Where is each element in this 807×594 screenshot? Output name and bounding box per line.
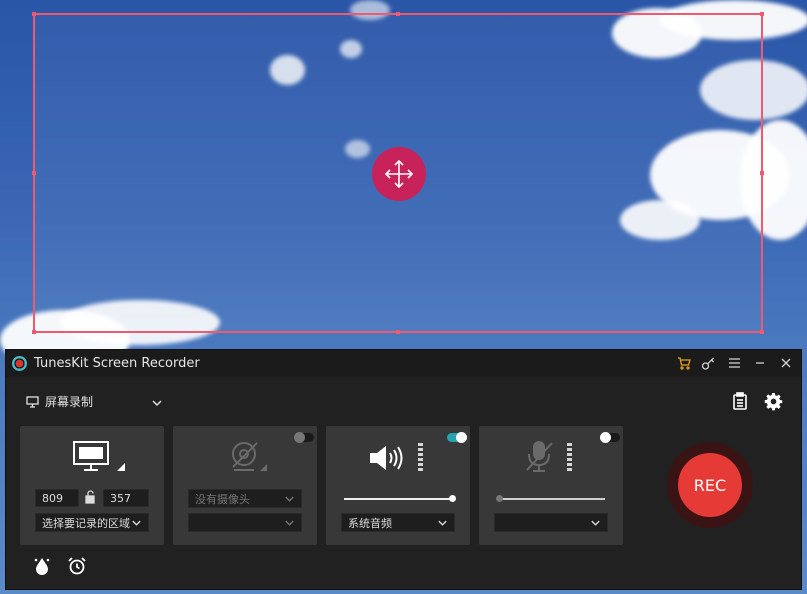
- corner-triangle-icon: [259, 463, 268, 472]
- cursor-effect-icon[interactable]: [31, 555, 53, 577]
- move-arrows-icon: [384, 159, 414, 189]
- resize-handle-bottom-right[interactable]: [760, 330, 764, 334]
- menu-icon[interactable]: [726, 355, 742, 371]
- microphone-toggle[interactable]: [600, 432, 620, 443]
- chevron-down-icon: [285, 520, 294, 526]
- camera-select-value: 没有摄像头: [195, 492, 250, 506]
- region-select[interactable]: 选择要记录的区域: [35, 513, 149, 532]
- camera-select[interactable]: 没有摄像头: [188, 489, 302, 508]
- microphone-level-meter: [567, 443, 572, 471]
- resize-handle-top[interactable]: [396, 12, 400, 16]
- resize-handle-right[interactable]: [760, 171, 764, 175]
- height-input[interactable]: 357: [103, 489, 149, 507]
- cart-icon[interactable]: [676, 355, 692, 371]
- camera-format-select[interactable]: [188, 513, 302, 532]
- resize-handle-top-right[interactable]: [760, 12, 764, 16]
- chevron-down-icon: [591, 520, 600, 526]
- corner-triangle-icon: [117, 463, 125, 471]
- window-title: TunesKit Screen Recorder: [34, 356, 200, 371]
- width-input[interactable]: 809: [35, 489, 79, 507]
- rec-button-ring: REC: [667, 442, 753, 528]
- resize-handle-top-left[interactable]: [32, 12, 36, 16]
- mic-off-icon: [525, 440, 555, 478]
- system-audio-source-select[interactable]: 系统音频: [341, 513, 455, 532]
- resize-handle-left[interactable]: [32, 171, 36, 175]
- camera-toggle[interactable]: [294, 432, 314, 443]
- app-logo-icon: [12, 356, 27, 371]
- microphone-volume-thumb[interactable]: [495, 495, 503, 502]
- system-audio-volume-slider[interactable]: [344, 498, 452, 500]
- chevron-down-icon: [285, 496, 294, 502]
- alarm-clock-icon[interactable]: [66, 555, 88, 577]
- microphone-source-select[interactable]: [494, 513, 608, 532]
- screen-capture-monitor-icon[interactable]: [72, 440, 112, 476]
- camera-off-icon: [229, 440, 263, 478]
- unlock-ratio-icon[interactable]: [84, 489, 96, 508]
- chevron-down-icon[interactable]: [151, 393, 163, 412]
- chevron-down-icon: [132, 520, 141, 526]
- close-icon[interactable]: [778, 355, 794, 371]
- microphone-volume-slider[interactable]: [497, 498, 605, 500]
- camera-panel: 没有摄像头: [173, 426, 317, 545]
- system-audio-volume-thumb[interactable]: [448, 495, 456, 502]
- gear-icon[interactable]: [764, 392, 783, 415]
- capture-region-frame[interactable]: [32, 12, 764, 334]
- key-icon[interactable]: [700, 355, 716, 371]
- recorder-window: TunesKit Screen Recorder 屏幕录制 809 357 选择…: [5, 349, 802, 590]
- chevron-down-icon: [438, 520, 447, 526]
- resize-handle-bottom-left[interactable]: [32, 330, 36, 334]
- system-audio-toggle[interactable]: [447, 432, 467, 443]
- system-audio-level-meter: [418, 443, 423, 471]
- title-bar[interactable]: TunesKit Screen Recorder: [6, 350, 801, 377]
- system-audio-panel: 系统音频: [326, 426, 470, 545]
- rec-button[interactable]: REC: [678, 453, 742, 517]
- monitor-icon: [26, 395, 39, 408]
- mode-selector[interactable]: 屏幕录制: [26, 393, 93, 410]
- minimize-icon[interactable]: [752, 355, 768, 371]
- speaker-icon: [368, 444, 406, 476]
- move-region-button[interactable]: [372, 147, 426, 201]
- region-select-value: 选择要记录的区域: [42, 516, 130, 530]
- microphone-panel: [479, 426, 623, 545]
- screen-capture-panel: 809 357 选择要记录的区域: [20, 426, 164, 545]
- system-audio-source-value: 系统音频: [348, 516, 392, 530]
- mode-label: 屏幕录制: [45, 395, 94, 409]
- clipboard-icon[interactable]: [732, 392, 748, 414]
- resize-handle-bottom[interactable]: [396, 330, 400, 334]
